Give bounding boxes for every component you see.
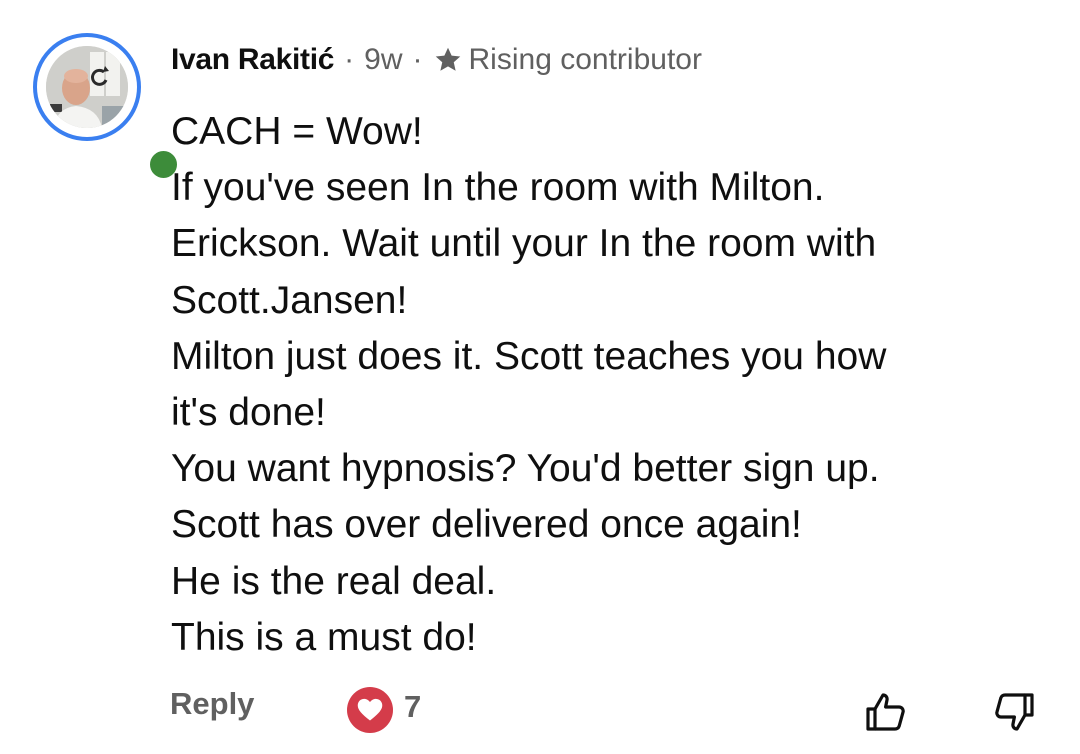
thumbs-down-icon[interactable] bbox=[990, 688, 1038, 736]
comment-body: CACH = Wow! If you've seen In the room w… bbox=[171, 104, 1051, 666]
comment-line: CACH = Wow! bbox=[171, 110, 423, 153]
header-separator-2: · bbox=[412, 43, 423, 76]
author-name[interactable]: Ivan Rakitić bbox=[171, 43, 334, 77]
comment-line: Scott.Jansen! bbox=[171, 278, 408, 322]
heart-icon bbox=[357, 698, 383, 721]
comment-line: Erickson. Wait until your In the room wi… bbox=[171, 222, 877, 266]
comment-line: Scott has over delivered once again! bbox=[171, 503, 802, 547]
header-separator: · bbox=[344, 43, 355, 76]
creator-heart-badge bbox=[347, 687, 393, 733]
comment-timestamp[interactable]: 9w bbox=[364, 43, 402, 77]
avatar[interactable] bbox=[46, 46, 128, 128]
star-icon bbox=[435, 47, 460, 71]
thumbs-up-icon[interactable] bbox=[862, 688, 910, 736]
comment-line: If you've seen In the room with Milton. bbox=[171, 166, 825, 210]
contributor-badge-label: Rising contributor bbox=[468, 43, 702, 76]
heart-count: 7 bbox=[404, 689, 422, 724]
comment-line: You want hypnosis? You'd better sign up. bbox=[171, 447, 880, 491]
reply-button[interactable]: Reply bbox=[170, 686, 254, 722]
avatar-photo bbox=[46, 46, 128, 128]
comment-actions-bar: Reply 7 bbox=[0, 680, 1080, 740]
comment-line: This is a must do! bbox=[171, 615, 477, 659]
comment-card: Ivan Rakitić · 9w · Rising contributor C… bbox=[0, 0, 1080, 754]
avatar-container[interactable] bbox=[33, 33, 181, 182]
comment-line: Milton just does it. Scott teaches you h… bbox=[171, 334, 887, 378]
comment-header: Ivan Rakitić · 9w · Rising contributor bbox=[171, 40, 702, 80]
comment-line: He is the real deal. bbox=[171, 559, 497, 603]
comment-line: it's done! bbox=[171, 391, 326, 435]
